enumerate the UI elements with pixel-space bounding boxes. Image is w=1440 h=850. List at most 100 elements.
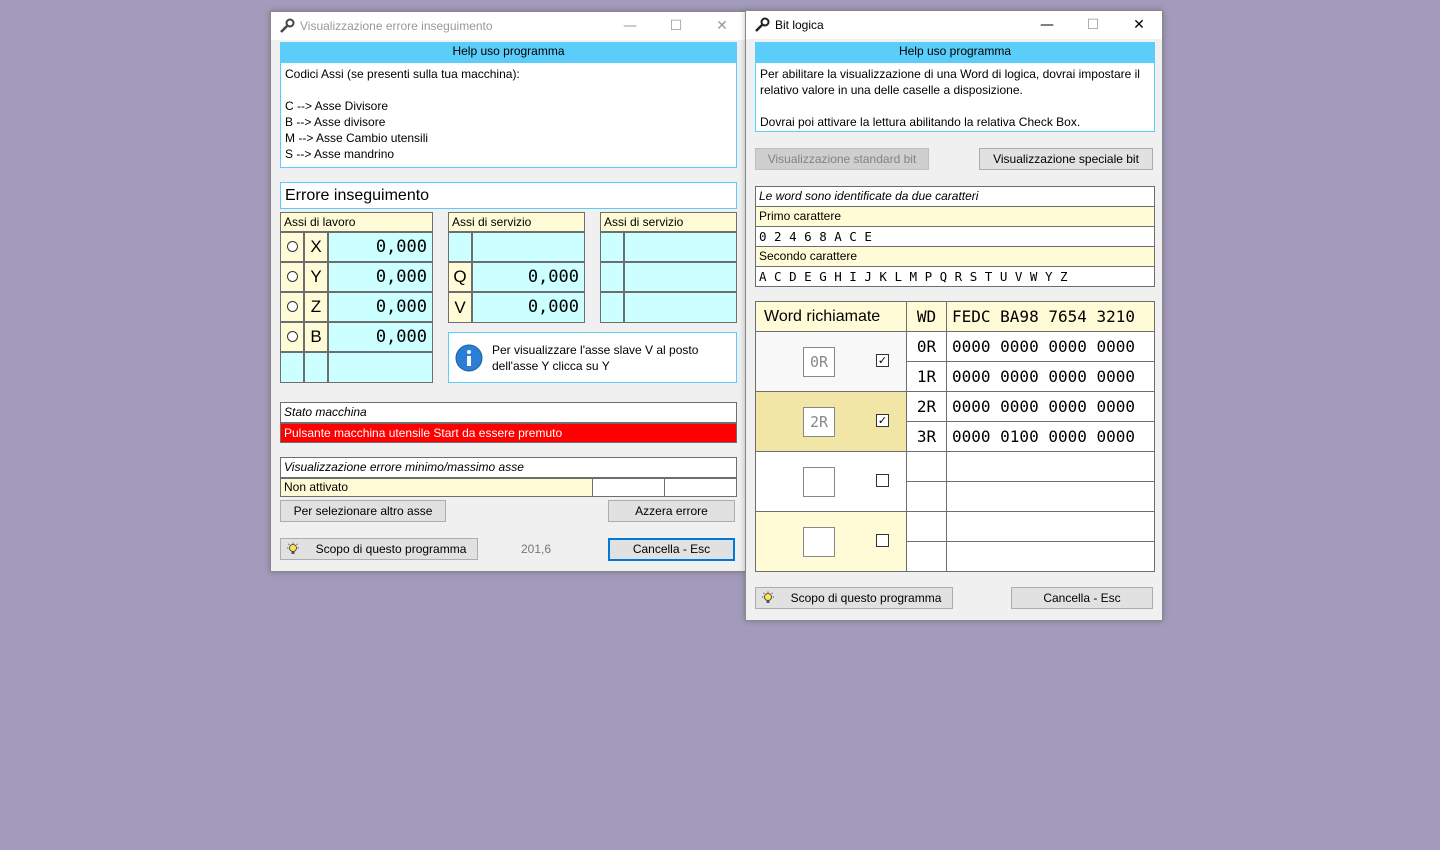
empty-cell [304, 352, 328, 383]
service-axes-header: Assi di servizio [600, 212, 737, 232]
word-checkbox[interactable]: ✓ [876, 414, 889, 427]
title-bar[interactable]: Visualizzazione errore inseguimento — ☐ … [271, 12, 745, 40]
bits-cell: 0000 0000 0000 0000 [946, 361, 1155, 392]
machine-state-value: Pulsante macchina utensile Start da esse… [280, 423, 737, 443]
radio-x[interactable] [287, 241, 298, 252]
empty-cell [624, 262, 737, 292]
axis-letter-b[interactable]: B [304, 322, 328, 352]
minimize-icon[interactable]: — [1024, 11, 1070, 39]
scope-button[interactable]: Scopo di questo programma [755, 587, 953, 609]
axis-value-v: 0,000 [472, 292, 585, 323]
first-char-label: Primo carattere [755, 206, 1155, 227]
wd-cell: 0R [906, 331, 947, 362]
axis-letter-v[interactable]: V [448, 292, 472, 323]
cancel-button[interactable]: Cancella - Esc [1011, 587, 1153, 609]
lightbulb-icon [287, 542, 299, 554]
word-input[interactable] [803, 527, 835, 557]
bit-logic-window: Bit logica — ☐ ✕ Help uso programma Per … [745, 10, 1163, 621]
radio-cell[interactable] [280, 322, 304, 352]
cancel-button[interactable]: Cancella - Esc [608, 538, 735, 561]
bits-cell: 0000 0100 0000 0000 [946, 421, 1155, 452]
radio-b[interactable] [287, 331, 298, 342]
axis-letter-z[interactable]: Z [304, 292, 328, 322]
info-icon [455, 344, 483, 372]
wd-cell [906, 511, 947, 542]
special-bit-button[interactable]: Visualizzazione speciale bit [979, 148, 1153, 170]
bits-cell: 0000 0000 0000 0000 [946, 331, 1155, 362]
title-bar[interactable]: Bit logica — ☐ ✕ [746, 11, 1162, 39]
word-group-cell: 0R ✓ [755, 331, 907, 392]
version-label: 201,6 [521, 542, 552, 556]
wd-cell: 1R [906, 361, 947, 392]
wd-cell [906, 541, 947, 572]
reset-error-button[interactable]: Azzera errore [608, 500, 735, 522]
bits-cell [946, 451, 1155, 482]
wd-cell [906, 451, 947, 482]
radio-cell[interactable] [280, 232, 304, 262]
help-header: Help uso programma [755, 42, 1155, 62]
word-input[interactable]: 0R [803, 347, 835, 377]
minmax-value: Non attivato [280, 478, 593, 497]
lightbulb-icon [762, 591, 774, 603]
word-group-cell [755, 511, 907, 572]
word-input[interactable] [803, 467, 835, 497]
error-tracking-window: Visualizzazione errore inseguimento — ☐ … [270, 11, 746, 572]
word-input[interactable]: 2R [803, 407, 835, 437]
second-char-label: Secondo carattere [755, 246, 1155, 267]
radio-z[interactable] [287, 301, 298, 312]
help-text: Codici Assi (se presenti sulla tua macch… [280, 62, 737, 168]
service-axes-header: Assi di servizio [448, 212, 585, 232]
wd-cell: 2R [906, 391, 947, 422]
empty-cell [600, 262, 624, 292]
close-icon[interactable]: ✕ [1116, 11, 1162, 39]
bits-cell [946, 481, 1155, 512]
empty-cell [600, 292, 624, 323]
axis-value-x: 0,000 [328, 232, 433, 262]
words-header: Word richiamate [755, 301, 907, 332]
help-text: Per abilitare la visualizzazione di una … [755, 62, 1155, 132]
axis-letter-q[interactable]: Q [448, 262, 472, 292]
scope-button-label: Scopo di questo programma [790, 591, 942, 605]
first-char-values: 0 2 4 6 8 A C E [755, 226, 1155, 247]
radio-y[interactable] [287, 271, 298, 282]
word-checkbox[interactable] [876, 534, 889, 547]
word-checkbox[interactable]: ✓ [876, 354, 889, 367]
help-header: Help uso programma [280, 42, 737, 62]
axis-letter-y[interactable]: Y [304, 262, 328, 292]
radio-cell[interactable] [280, 292, 304, 322]
word-checkbox[interactable] [876, 474, 889, 487]
wrench-icon [280, 18, 295, 33]
empty-cell [448, 232, 472, 262]
scope-button[interactable]: Scopo di questo programma [280, 538, 478, 560]
word-group-cell: 2R ✓ [755, 391, 907, 452]
maximize-icon[interactable]: ☐ [1070, 11, 1116, 39]
radio-cell[interactable] [280, 262, 304, 292]
error-title: Errore inseguimento [280, 182, 737, 209]
standard-bit-button[interactable]: Visualizzazione standard bit [755, 148, 929, 170]
window-title: Visualizzazione errore inseguimento [300, 19, 493, 33]
scope-button-label: Scopo di questo programma [315, 542, 467, 556]
empty-cell [280, 352, 304, 383]
bits-cell [946, 511, 1155, 542]
empty-cell [328, 352, 433, 383]
axis-value-z: 0,000 [328, 292, 433, 322]
select-axis-button[interactable]: Per selezionare altro asse [280, 500, 446, 522]
axis-value-q: 0,000 [472, 262, 585, 292]
wrench-icon [755, 17, 770, 32]
maximize-icon[interactable]: ☐ [653, 12, 699, 40]
second-char-values: A C D E G H I J K L M P Q R S T U V W Y … [755, 266, 1155, 287]
minmax-cell [664, 478, 737, 497]
empty-cell [600, 232, 624, 262]
minimize-icon[interactable]: — [607, 12, 653, 40]
bits-cell: 0000 0000 0000 0000 [946, 391, 1155, 422]
id-info-title: Le word sono identificate da due caratte… [755, 186, 1155, 207]
info-box: Per visualizzare l'asse slave V al posto… [448, 332, 737, 383]
bits-cell [946, 541, 1155, 572]
close-icon[interactable]: ✕ [699, 12, 745, 40]
axis-value-b: 0,000 [328, 322, 433, 352]
axis-letter-x[interactable]: X [304, 232, 328, 262]
minmax-label: Visualizzazione errore minimo/massimo as… [280, 457, 737, 478]
machine-state-label: Stato macchina [280, 402, 737, 423]
work-axes-header: Assi di lavoro [280, 212, 433, 232]
wd-cell [906, 481, 947, 512]
